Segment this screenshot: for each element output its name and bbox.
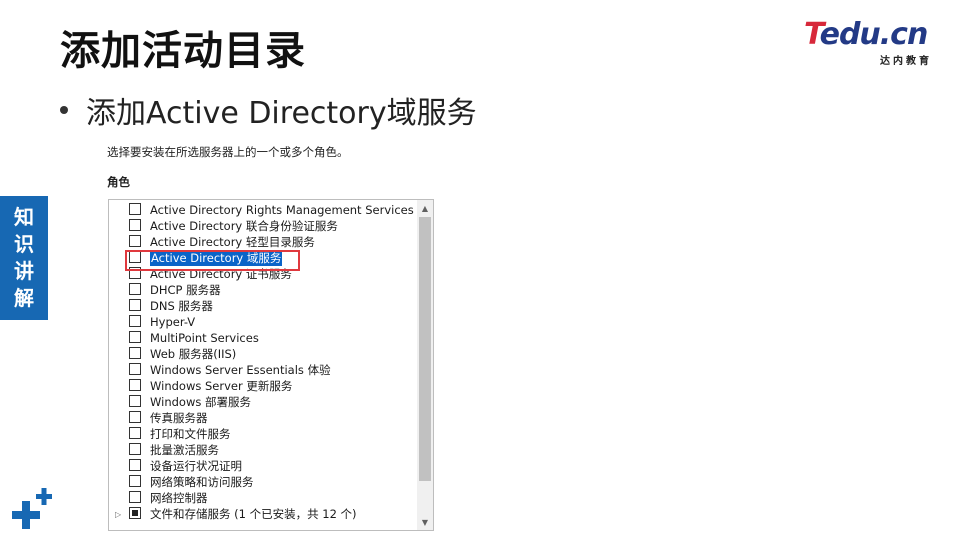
role-label: 设备运行状况证明 — [150, 459, 242, 473]
side-tab-knowledge: 知 识 讲 解 — [0, 196, 48, 320]
logo-wordmark-t: T — [804, 17, 821, 52]
role-row[interactable]: 打印和文件服务 — [109, 426, 415, 442]
slide-title: 添加活动目录 — [60, 28, 306, 74]
scroll-thumb[interactable] — [419, 217, 431, 481]
role-checkbox[interactable] — [129, 491, 141, 503]
side-tab-char: 知 — [14, 205, 34, 229]
role-row[interactable]: Windows Server 更新服务 — [109, 378, 415, 394]
role-checkbox[interactable] — [129, 395, 141, 407]
logo-wordmark-rest: edu.cn — [819, 17, 929, 52]
role-label: MultiPoint Services — [150, 331, 259, 345]
role-label: 批量激活服务 — [150, 443, 219, 457]
side-tab-char: 讲 — [14, 259, 34, 283]
roles-scrollbar[interactable]: ▲ ▼ — [417, 200, 433, 530]
role-label: 文件和存储服务 (1 个已安装，共 12 个) — [150, 507, 357, 521]
role-checkbox[interactable] — [129, 379, 141, 391]
role-row[interactable]: 设备运行状况证明 — [109, 458, 415, 474]
role-checkbox[interactable] — [129, 427, 141, 439]
role-row[interactable]: Active Directory 联合身份验证服务 — [109, 218, 415, 234]
role-row[interactable]: Windows 部署服务 — [109, 394, 415, 410]
role-label: Hyper-V — [150, 315, 196, 329]
scroll-down-arrow-icon[interactable]: ▼ — [417, 514, 433, 530]
role-checkbox[interactable] — [129, 459, 141, 471]
roles-listbox[interactable]: ▲ ▼ Active Directory Rights Management S… — [108, 199, 434, 531]
expand-arrow-icon[interactable]: ▷ — [115, 510, 121, 519]
role-label: Windows Server 更新服务 — [150, 379, 293, 393]
role-checkbox[interactable] — [129, 203, 141, 215]
role-label: Web 服务器(IIS) — [150, 347, 237, 361]
side-tab-char: 识 — [14, 232, 34, 256]
role-checkbox[interactable] — [129, 283, 141, 295]
role-checkbox[interactable] — [129, 475, 141, 487]
role-row[interactable]: DNS 服务器 — [109, 298, 415, 314]
role-label: Active Directory 联合身份验证服务 — [150, 219, 338, 233]
role-label: Active Directory Rights Management Servi… — [150, 203, 414, 217]
role-checkbox[interactable] — [129, 299, 141, 311]
role-row[interactable]: MultiPoint Services — [109, 330, 415, 346]
role-row[interactable]: 传真服务器 — [109, 410, 415, 426]
role-checkbox[interactable] — [129, 507, 141, 519]
role-label: Windows Server Essentials 体验 — [150, 363, 331, 377]
role-row[interactable]: DHCP 服务器 — [109, 282, 415, 298]
role-row[interactable]: ▷ 文件和存储服务 (1 个已安装，共 12 个) — [109, 506, 415, 522]
roles-heading: 角色 — [107, 175, 130, 189]
role-row[interactable]: Web 服务器(IIS) — [109, 346, 415, 362]
bullet-item: 添加Active Directory域服务 — [60, 88, 477, 132]
role-checkbox[interactable] — [129, 347, 141, 359]
logo-wordmark: Tedu.cn — [804, 20, 936, 50]
role-row[interactable]: Hyper-V — [109, 314, 415, 330]
side-tab-char: 解 — [14, 286, 34, 310]
role-label: Active Directory 轻型目录服务 — [150, 235, 315, 249]
role-checkbox[interactable] — [129, 331, 141, 343]
highlight-box-ad-ds — [125, 250, 300, 271]
role-label: 网络控制器 — [150, 491, 208, 505]
role-row[interactable]: Windows Server Essentials 体验 — [109, 362, 415, 378]
plus-decoration-icon — [12, 488, 52, 529]
role-label: Windows 部署服务 — [150, 395, 251, 409]
role-row[interactable]: 网络控制器 — [109, 490, 415, 506]
role-checkbox[interactable] — [129, 219, 141, 231]
role-label: 传真服务器 — [150, 411, 208, 425]
bullet-dot — [60, 106, 68, 114]
role-row[interactable]: 批量激活服务 — [109, 442, 415, 458]
bullet-text: 添加Active Directory域服务 — [86, 96, 477, 131]
role-row[interactable]: Active Directory Rights Management Servi… — [109, 202, 415, 218]
role-label: DNS 服务器 — [150, 299, 213, 313]
role-row[interactable]: 网络策略和访问服务 — [109, 474, 415, 490]
role-label: 网络策略和访问服务 — [150, 475, 254, 489]
scroll-up-arrow-icon[interactable]: ▲ — [417, 200, 433, 216]
role-checkbox[interactable] — [129, 235, 141, 247]
instruction-text: 选择要安装在所选服务器上的一个或多个角色。 — [107, 145, 349, 159]
role-label: DHCP 服务器 — [150, 283, 221, 297]
role-label: 打印和文件服务 — [150, 427, 231, 441]
role-checkbox[interactable] — [129, 443, 141, 455]
role-checkbox[interactable] — [129, 411, 141, 423]
role-checkbox[interactable] — [129, 315, 141, 327]
role-checkbox[interactable] — [129, 363, 141, 375]
tedu-logo: Tedu.cn 达内教育 — [804, 20, 936, 70]
logo-subtitle: 达内教育 — [880, 56, 932, 67]
role-row[interactable]: Active Directory 轻型目录服务 — [109, 234, 415, 250]
role-selection-panel: 选择要安装在所选服务器上的一个或多个角色。 角色 ▲ ▼ Active Dire… — [87, 138, 442, 536]
